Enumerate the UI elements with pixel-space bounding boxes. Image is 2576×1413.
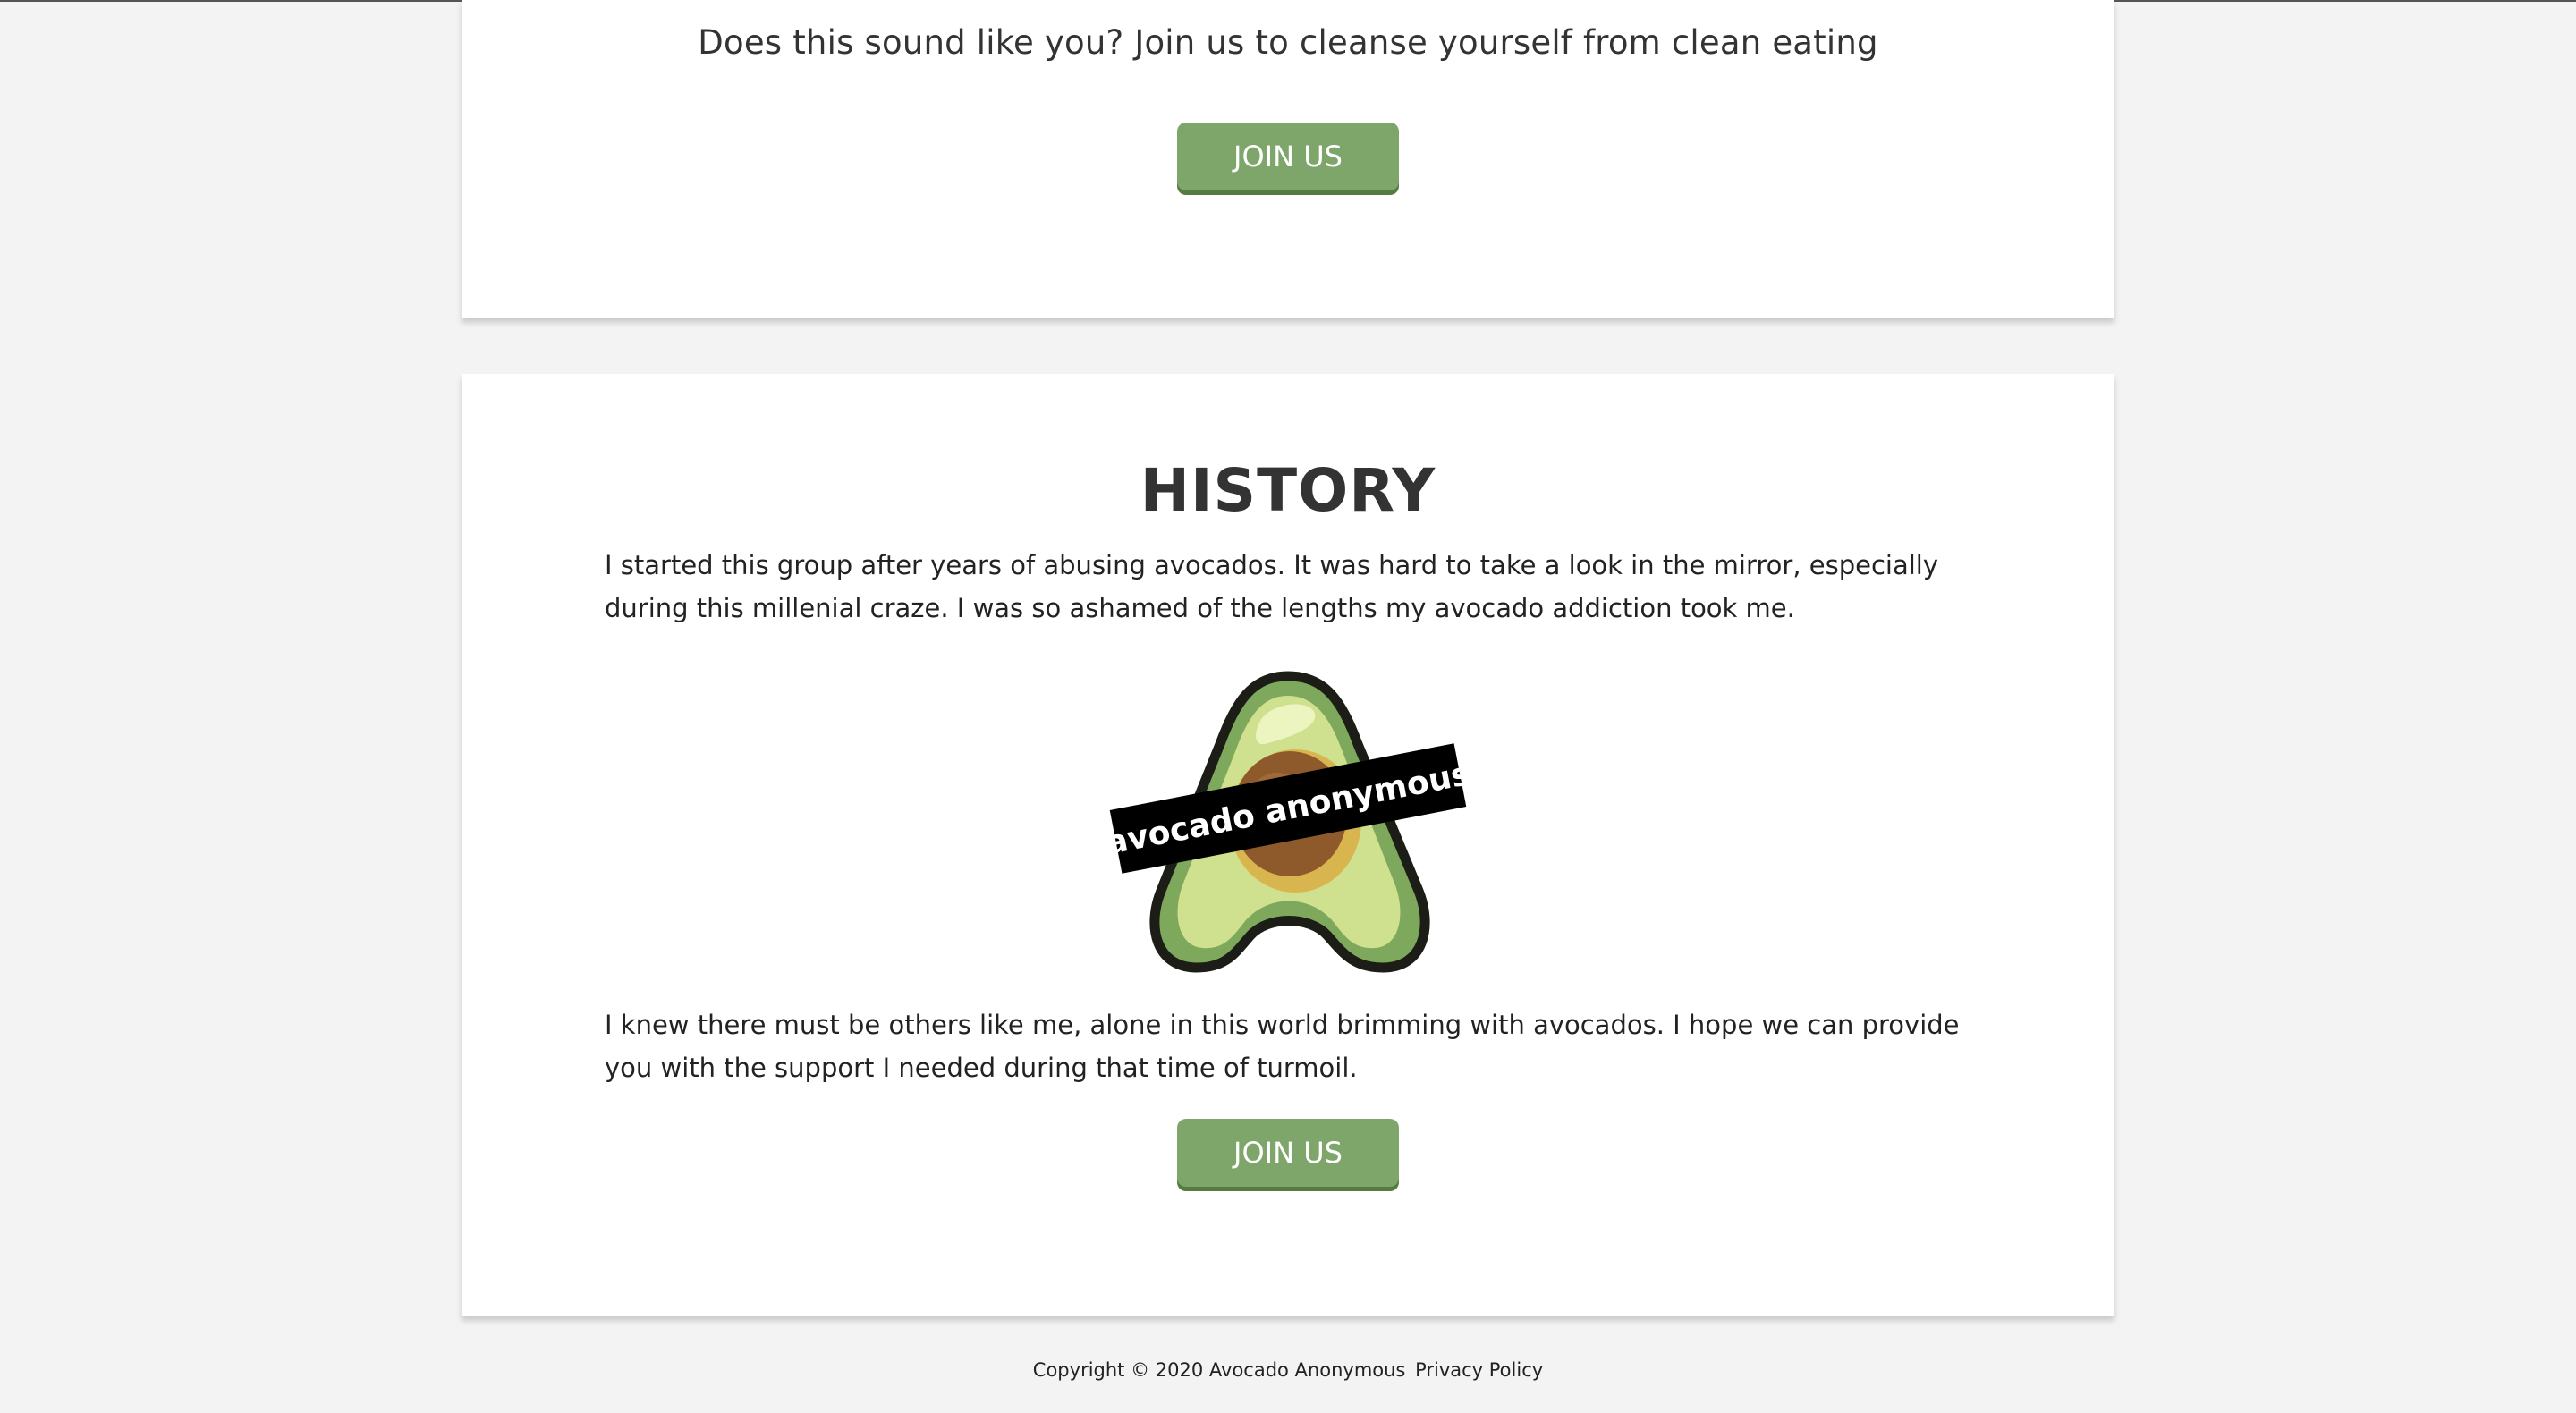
history-paragraph-1: I started this group after years of abus… bbox=[605, 550, 1939, 623]
join-us-button-top[interactable]: JOIN US bbox=[1177, 123, 1399, 190]
privacy-policy-link[interactable]: Privacy Policy bbox=[1415, 1359, 1543, 1381]
history-card: HISTORY I started this group after years… bbox=[462, 374, 2114, 1316]
avocado-logo-icon: avocado anonymous bbox=[1103, 671, 1473, 973]
join-cta-card: Does this sound like you? Join us to cle… bbox=[462, 0, 2114, 318]
footer: Copyright © 2020 Avocado Anonymous Priva… bbox=[0, 1359, 2576, 1381]
history-title: HISTORY bbox=[1140, 456, 1436, 525]
history-paragraph-2: I knew there must be others like me, alo… bbox=[605, 1010, 1960, 1083]
join-us-button-history[interactable]: JOIN US bbox=[1177, 1119, 1399, 1187]
copyright-text: Copyright © 2020 Avocado Anonymous bbox=[1032, 1359, 1406, 1381]
join-cta-text: Does this sound like you? Join us to cle… bbox=[698, 23, 1878, 62]
